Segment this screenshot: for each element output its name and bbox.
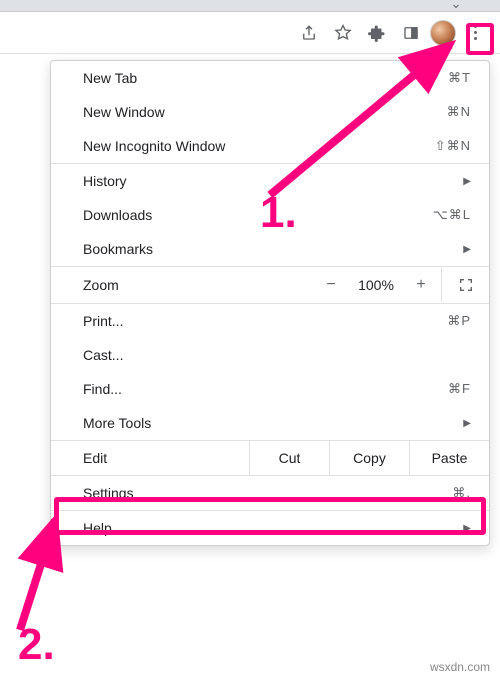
menu-item-label: Bookmarks <box>83 241 153 257</box>
menu-item-shortcut: ⌘, <box>452 485 471 501</box>
extensions-icon[interactable] <box>362 18 392 48</box>
menu-item-cast[interactable]: Cast... <box>51 338 489 372</box>
edit-label: Edit <box>51 441 249 475</box>
zoom-in-button[interactable]: + <box>401 267 441 303</box>
profile-avatar[interactable] <box>430 20 456 46</box>
menu-item-shortcut: ⌘T <box>448 70 471 86</box>
menu-item-find[interactable]: Find... ⌘F <box>51 372 489 406</box>
menu-item-label: Cast... <box>83 347 123 363</box>
menu-item-downloads[interactable]: Downloads ⌥⌘L <box>51 198 489 232</box>
tab-strip <box>0 0 500 12</box>
paste-button[interactable]: Paste <box>409 441 489 475</box>
menu-item-label: Find... <box>83 381 122 397</box>
menu-item-label: Settings <box>83 485 134 501</box>
watermark: wsxdn.com <box>430 660 490 674</box>
zoom-out-button[interactable]: − <box>311 267 351 303</box>
menu-item-shortcut: ⇧⌘N <box>435 138 471 154</box>
menu-item-label: Help <box>83 520 112 536</box>
menu-item-label: History <box>83 173 127 189</box>
menu-item-help[interactable]: Help ▶ <box>51 511 489 545</box>
menu-item-shortcut: ⌥⌘L <box>433 207 471 223</box>
zoom-label: Zoom <box>51 268 311 302</box>
cut-button[interactable]: Cut <box>249 441 329 475</box>
menu-item-shortcut: ⌘P <box>447 313 471 329</box>
menu-item-label: Print... <box>83 313 123 329</box>
menu-item-new-tab[interactable]: New Tab ⌘T <box>51 61 489 95</box>
share-icon[interactable] <box>294 18 324 48</box>
menu-item-bookmarks[interactable]: Bookmarks ▶ <box>51 232 489 266</box>
submenu-arrow-icon: ▶ <box>463 418 471 429</box>
submenu-arrow-icon: ▶ <box>463 523 471 534</box>
submenu-arrow-icon: ▶ <box>463 176 471 187</box>
zoom-value: 100% <box>351 268 401 302</box>
copy-button[interactable]: Copy <box>329 441 409 475</box>
menu-item-edit: Edit Cut Copy Paste <box>51 440 489 475</box>
menu-button[interactable] <box>460 18 490 48</box>
menu-item-shortcut: ⌘N <box>447 104 471 120</box>
menu-item-label: New Tab <box>83 70 137 86</box>
annotation-callout-2: 2. <box>18 620 55 670</box>
bookmark-star-icon[interactable] <box>328 18 358 48</box>
tab-dropdown-chevron[interactable] <box>442 0 470 12</box>
menu-item-label: More Tools <box>83 415 151 431</box>
browser-toolbar <box>0 12 500 54</box>
menu-item-zoom: Zoom − 100% + <box>51 267 489 303</box>
menu-item-history[interactable]: History ▶ <box>51 164 489 198</box>
menu-item-shortcut: ⌘F <box>448 381 471 397</box>
browser-menu: New Tab ⌘T New Window ⌘N New Incognito W… <box>50 60 490 546</box>
sidepanel-icon[interactable] <box>396 18 426 48</box>
fullscreen-button[interactable] <box>441 268 489 302</box>
submenu-arrow-icon: ▶ <box>463 244 471 255</box>
menu-item-label: New Incognito Window <box>83 138 225 154</box>
menu-item-new-incognito[interactable]: New Incognito Window ⇧⌘N <box>51 129 489 163</box>
menu-item-settings[interactable]: Settings ⌘, <box>51 476 489 510</box>
menu-item-print[interactable]: Print... ⌘P <box>51 304 489 338</box>
menu-item-label: New Window <box>83 104 165 120</box>
menu-item-label: Downloads <box>83 207 152 223</box>
menu-item-new-window[interactable]: New Window ⌘N <box>51 95 489 129</box>
menu-item-more-tools[interactable]: More Tools ▶ <box>51 406 489 440</box>
